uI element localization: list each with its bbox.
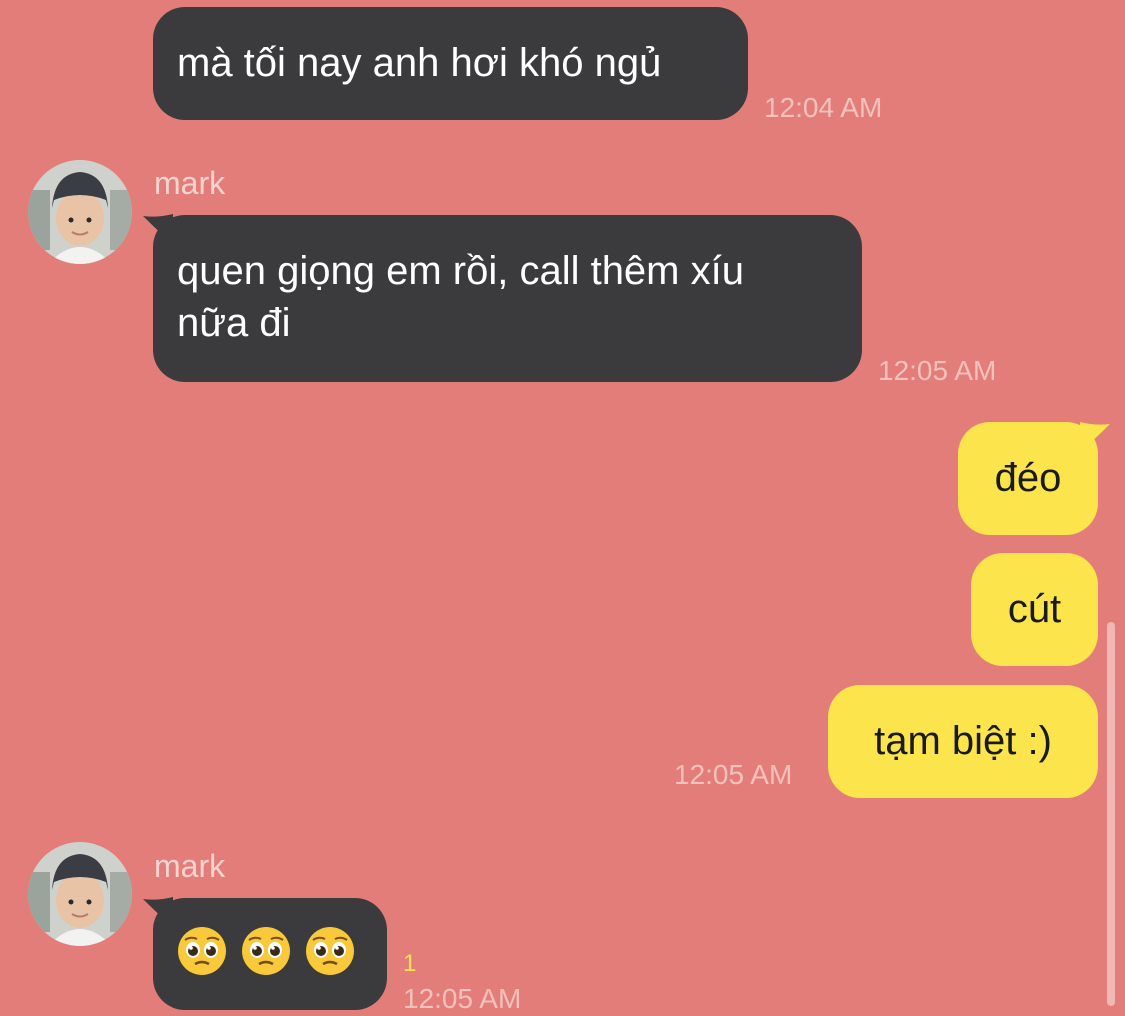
pleading-face-emoji — [306, 927, 354, 975]
message-text: cút — [1007, 587, 1062, 631]
scrollbar[interactable] — [1107, 622, 1115, 1006]
message-bubble-incoming[interactable]: quen giọng em rồi, call thêm xíu nữa đi — [153, 215, 862, 382]
chat-view[interactable]: mà tối nay anh hơi khó ngủ 12:04 AM mark… — [0, 0, 1125, 1016]
pleading-face-emoji — [242, 927, 290, 975]
message-timestamp: 12:05 AM — [403, 983, 522, 1014]
sender-name: mark — [154, 165, 226, 201]
message-timestamp: 12:05 AM — [878, 355, 997, 386]
message-timestamp: 12:05 AM — [674, 759, 793, 790]
message-bubble-incoming[interactable]: mà tối nay anh hơi khó ngủ — [153, 7, 748, 120]
unread-count: 1 — [403, 950, 417, 977]
message-text: mà tối nay anh hơi khó ngủ — [177, 41, 662, 85]
message-text: đéo — [994, 456, 1062, 500]
message-bubble-outgoing[interactable]: cút — [971, 553, 1098, 666]
sender-name: mark — [154, 848, 226, 884]
message-text: tạm biệt :) — [874, 719, 1052, 763]
pleading-face-emoji — [178, 927, 226, 975]
avatar[interactable] — [28, 160, 132, 264]
message-text-line: nữa đi — [177, 301, 291, 345]
message-text-line: quen giọng em rồi, call thêm xíu — [177, 249, 744, 293]
message-timestamp: 12:04 AM — [764, 92, 883, 123]
message-bubble-incoming[interactable] — [153, 898, 387, 1010]
message-bubble-outgoing[interactable]: đéo — [958, 422, 1098, 535]
message-bubble-outgoing[interactable]: tạm biệt :) — [828, 685, 1098, 798]
avatar[interactable] — [28, 842, 132, 946]
